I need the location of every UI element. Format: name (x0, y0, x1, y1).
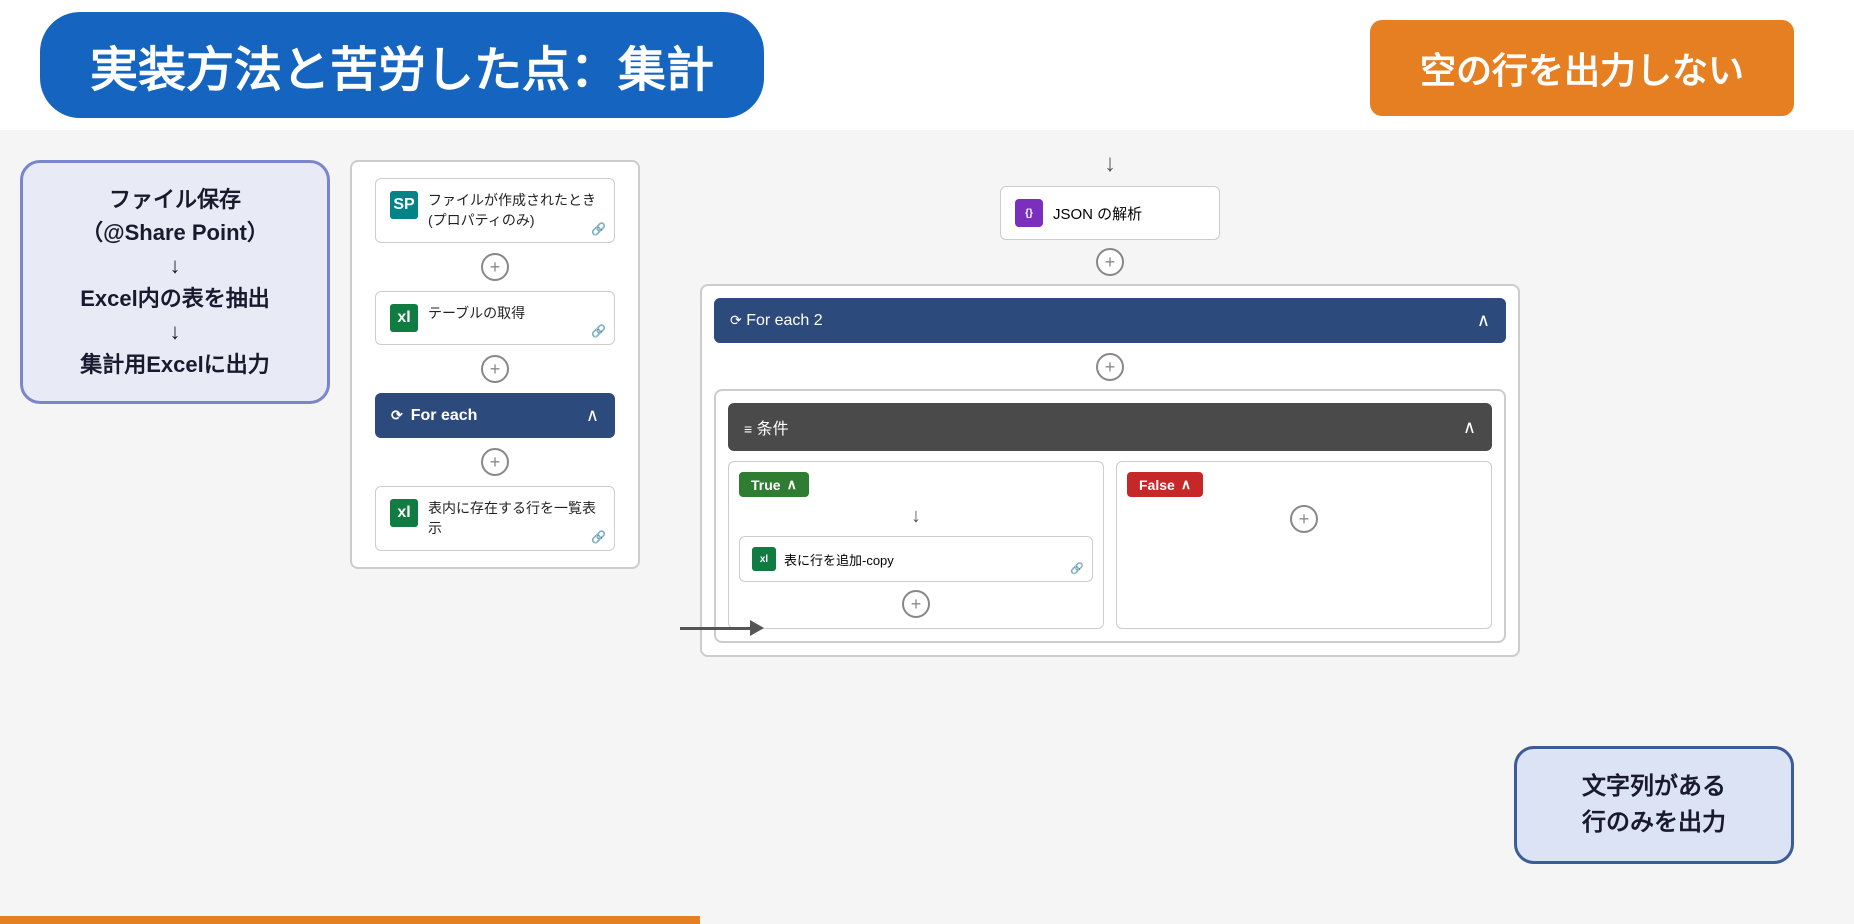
excel-icon-3: xl (752, 547, 776, 571)
arrow-head (750, 620, 764, 636)
left-panel: ファイル保存 （@Share Point） ↓ Excel内の表を抽出 ↓ 集計… (0, 130, 680, 924)
node2-text: テーブルの取得 (428, 304, 525, 324)
condition-label: ≡ 条件 (744, 415, 789, 439)
top-arrow-down (700, 150, 1520, 178)
info-line1: ファイル保存 （@Share Point） ↓ Excel内の表を抽出 ↓ 集計… (47, 183, 303, 381)
for-each-label: ⟳ For each (391, 407, 477, 425)
chevron-up-icon-3: ∧ (1463, 417, 1476, 438)
link-icon-4: 🔗 (1070, 562, 1084, 575)
node3-text: 表内に存在する行を一覧表示 (428, 499, 600, 538)
arrow-line (680, 627, 750, 630)
orange-bottom-bar (0, 916, 700, 924)
plus-center-2: + (714, 353, 1506, 381)
node1-text: ファイルが作成されたとき (プロパティのみ) (428, 191, 600, 230)
right-flow-wrapper: {} JSON の解析 + ⟳ For each 2 ∧ (700, 150, 1520, 657)
flow-node-sharepoint[interactable]: SP ファイルが作成されたとき (プロパティのみ) 🔗 (375, 178, 615, 243)
flow-left-container: SP ファイルが作成されたとき (プロパティのみ) 🔗 + xl テーブルの取得… (350, 160, 640, 569)
plus-connector-false[interactable]: + (1290, 505, 1318, 533)
main-content: ファイル保存 （@Share Point） ↓ Excel内の表を抽出 ↓ 集計… (0, 130, 1854, 924)
link-icon-1: 🔗 (591, 222, 606, 236)
header: 実装方法と苦労した点：集計 空の行を出力しない (0, 0, 1854, 130)
right-panel: {} JSON の解析 + ⟳ For each 2 ∧ (680, 130, 1854, 924)
badge-text: 空の行を出力しない (1420, 50, 1744, 91)
condition-branches: True ∧ ↓ xl 表に行を追加-copy (728, 461, 1492, 629)
flow-node-table[interactable]: xl テーブルの取得 🔗 (375, 291, 615, 345)
chevron-up-icon-2: ∧ (1477, 310, 1490, 331)
condition-header[interactable]: ≡ 条件 ∧ (728, 403, 1492, 451)
false-badge: False ∧ (1127, 472, 1203, 497)
branch-true: True ∧ ↓ xl 表に行を追加-copy (728, 461, 1104, 629)
loop-icon-left: ⟳ (391, 407, 403, 424)
loop-icon-right: ⟳ (730, 312, 742, 328)
for-each2-container: ⟳ For each 2 ∧ + ≡ (700, 284, 1520, 657)
add-row-text: 表に行を追加-copy (784, 550, 894, 569)
title-badge: 実装方法と苦労した点：集計 (40, 12, 764, 118)
flow-node-list-rows[interactable]: xl 表内に存在する行を一覧表示 🔗 (375, 486, 615, 551)
plus-connector-2[interactable]: + (481, 355, 509, 383)
branch-false: False ∧ + (1116, 461, 1492, 629)
sharepoint-icon: SP (390, 191, 418, 219)
chevron-up-icon-1: ∧ (586, 405, 599, 426)
info-right-text: 文字列がある 行のみを出力 (1541, 769, 1767, 841)
condition-icon: ≡ (744, 421, 752, 437)
plus-center-1: + (700, 248, 1520, 276)
for-each2-header[interactable]: ⟳ For each 2 ∧ (714, 298, 1506, 343)
condition-container: ≡ 条件 ∧ True ∧ (714, 389, 1506, 643)
for-each-node[interactable]: ⟳ For each ∧ (375, 393, 615, 438)
add-row-node[interactable]: xl 表に行を追加-copy 🔗 (739, 536, 1093, 582)
true-badge: True ∧ (739, 472, 809, 497)
page-title: 実装方法と苦労した点：集計 (90, 44, 714, 97)
link-icon-3: 🔗 (591, 530, 606, 544)
plus-connector-3[interactable]: + (481, 448, 509, 476)
plus-connector-true[interactable]: + (902, 590, 930, 618)
false-chevron-icon: ∧ (1181, 476, 1191, 493)
excel-icon-1: xl (390, 304, 418, 332)
true-chevron-icon: ∧ (787, 476, 797, 493)
json-label: JSON の解析 (1053, 203, 1142, 224)
plus-connector-right-1[interactable]: + (1096, 248, 1124, 276)
link-icon-2: 🔗 (591, 324, 606, 338)
for-each2-label: ⟳ For each 2 (730, 312, 823, 330)
plus-connector-right-2[interactable]: + (1096, 353, 1124, 381)
true-arrow-down: ↓ (911, 505, 921, 528)
excel-icon-2: xl (390, 499, 418, 527)
json-icon: {} (1015, 199, 1043, 227)
big-arrow-container (680, 620, 764, 636)
orange-badge: 空の行を出力しない (1370, 20, 1794, 116)
json-node[interactable]: {} JSON の解析 (1000, 186, 1220, 240)
plus-connector-1[interactable]: + (481, 253, 509, 281)
info-box-left: ファイル保存 （@Share Point） ↓ Excel内の表を抽出 ↓ 集計… (20, 160, 330, 404)
info-box-right: 文字列がある 行のみを出力 (1514, 746, 1794, 864)
